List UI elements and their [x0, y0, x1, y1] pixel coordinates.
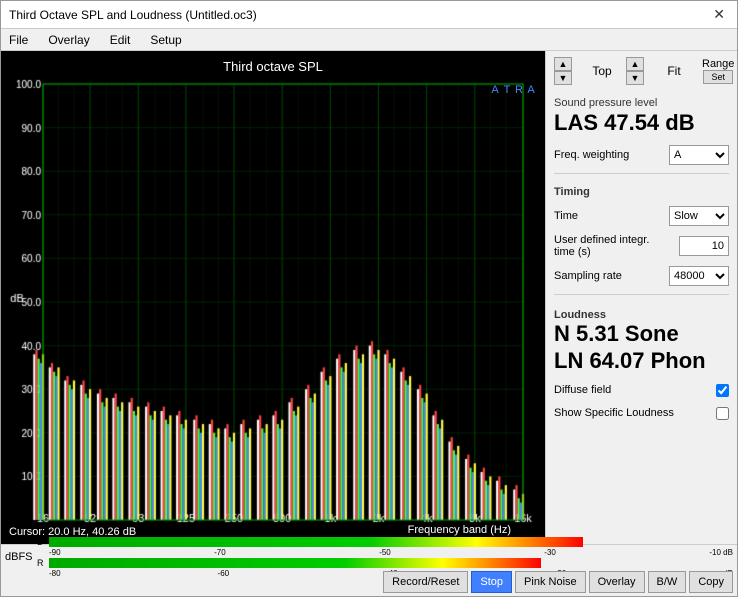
- top-up-btn[interactable]: ▲: [554, 57, 572, 71]
- loudness-section-label: Loudness: [554, 309, 729, 321]
- overlay-btn[interactable]: Overlay: [589, 571, 645, 593]
- level-bar-R: [49, 558, 733, 568]
- user-defined-input[interactable]: [679, 236, 729, 256]
- chart-title: Third octave SPL: [5, 59, 541, 74]
- diffuse-checkbox[interactable]: [716, 384, 729, 397]
- tick-L-10: -10 dB: [709, 548, 733, 557]
- ch-label-R: R: [37, 558, 47, 568]
- loudness-ln-value: LN 64.07 Phon: [554, 348, 729, 374]
- top-label: Top: [582, 64, 622, 78]
- timing-section-label: Timing: [554, 186, 729, 198]
- sampling-rate-row: Sampling rate 48000 44100 96000: [554, 266, 729, 286]
- record-reset-btn[interactable]: Record/Reset: [383, 571, 468, 593]
- freq-weighting-row: Freq. weighting A B C Z: [554, 145, 729, 165]
- tick-L-90: -90: [49, 548, 61, 557]
- user-defined-label: User defined integr. time (s): [554, 234, 654, 258]
- level-row-L: L: [37, 537, 733, 547]
- fit-up-btn[interactable]: ▲: [626, 57, 644, 71]
- top-down-btn[interactable]: ▼: [554, 71, 572, 85]
- level-fill-R: [49, 558, 541, 568]
- tick-L-70: -70: [214, 548, 226, 557]
- arta-watermark: ARTA: [489, 84, 537, 98]
- time-label: Time: [554, 210, 578, 222]
- spl-section: Sound pressure level LAS 47.54 dB: [554, 97, 729, 135]
- pink-noise-btn[interactable]: Pink Noise: [515, 571, 586, 593]
- sampling-rate-select[interactable]: 48000 44100 96000: [669, 266, 729, 286]
- sidebar: ▲ ▼ Top ▲ ▼ Fit Range Set Sound pressure…: [545, 51, 737, 544]
- chart-area: Third octave SPL ARTA Cursor: 20.0 Hz, 4…: [1, 51, 545, 544]
- main-window: Third Octave SPL and Loudness (Untitled.…: [0, 0, 738, 597]
- button-row: Record/Reset Stop Pink Noise Overlay B/W…: [1, 569, 737, 595]
- bw-btn[interactable]: B/W: [648, 571, 687, 593]
- dbfs-row: dBFS L -90 -70 -50 -30 -10 dB: [1, 545, 737, 569]
- close-button[interactable]: ✕: [709, 6, 729, 23]
- sampling-rate-label: Sampling rate: [554, 270, 622, 282]
- fit-label: Fit: [654, 64, 694, 78]
- copy-btn[interactable]: Copy: [689, 571, 733, 593]
- main-content: Third octave SPL ARTA Cursor: 20.0 Hz, 4…: [1, 51, 737, 544]
- show-specific-label: Show Specific Loudness: [554, 407, 674, 419]
- chart-canvas: [5, 76, 541, 524]
- menu-overlay[interactable]: Overlay: [44, 32, 93, 48]
- spl-value: LAS 47.54 dB: [554, 111, 729, 135]
- time-select[interactable]: Slow Fast Impulse: [669, 206, 729, 226]
- menu-edit[interactable]: Edit: [106, 32, 135, 48]
- menu-setup[interactable]: Setup: [146, 32, 185, 48]
- title-bar: Third Octave SPL and Loudness (Untitled.…: [1, 1, 737, 29]
- set-btn[interactable]: Set: [703, 70, 733, 84]
- level-fill-L: [49, 537, 583, 547]
- loudness-section: Loudness N 5.31 Sone LN 64.07 Phon: [554, 305, 729, 374]
- top-nav-group: ▲ ▼: [554, 57, 572, 85]
- tick-L-30: -30: [544, 548, 556, 557]
- window-title: Third Octave SPL and Loudness (Untitled.…: [9, 8, 257, 22]
- diffuse-label: Diffuse field: [554, 384, 611, 396]
- bottom-bar: dBFS L -90 -70 -50 -30 -10 dB: [1, 544, 737, 596]
- fit-nav-group: ▲ ▼: [626, 57, 644, 85]
- user-defined-row: User defined integr. time (s): [554, 234, 729, 258]
- fit-down-btn[interactable]: ▼: [626, 71, 644, 85]
- freq-weighting-label: Freq. weighting: [554, 149, 629, 161]
- stop-btn[interactable]: Stop: [471, 571, 512, 593]
- spl-label: Sound pressure level: [554, 97, 729, 109]
- show-specific-checkbox[interactable]: [716, 407, 729, 420]
- nav-row: ▲ ▼ Top ▲ ▼ Fit Range Set: [554, 57, 729, 85]
- range-label: Range: [702, 58, 734, 70]
- loudness-n-value: N 5.31 Sone: [554, 321, 729, 347]
- level-row-R: R: [37, 558, 733, 568]
- diffuse-row: Diffuse field: [554, 384, 729, 397]
- time-row: Time Slow Fast Impulse: [554, 206, 729, 226]
- dbfs-label: dBFS: [5, 551, 33, 563]
- freq-weighting-select[interactable]: A B C Z: [669, 145, 729, 165]
- menu-bar: File Overlay Edit Setup: [1, 29, 737, 51]
- menu-file[interactable]: File: [5, 32, 32, 48]
- level-bar-L: [49, 537, 733, 547]
- show-specific-row: Show Specific Loudness: [554, 407, 729, 420]
- tick-L-50: -50: [379, 548, 391, 557]
